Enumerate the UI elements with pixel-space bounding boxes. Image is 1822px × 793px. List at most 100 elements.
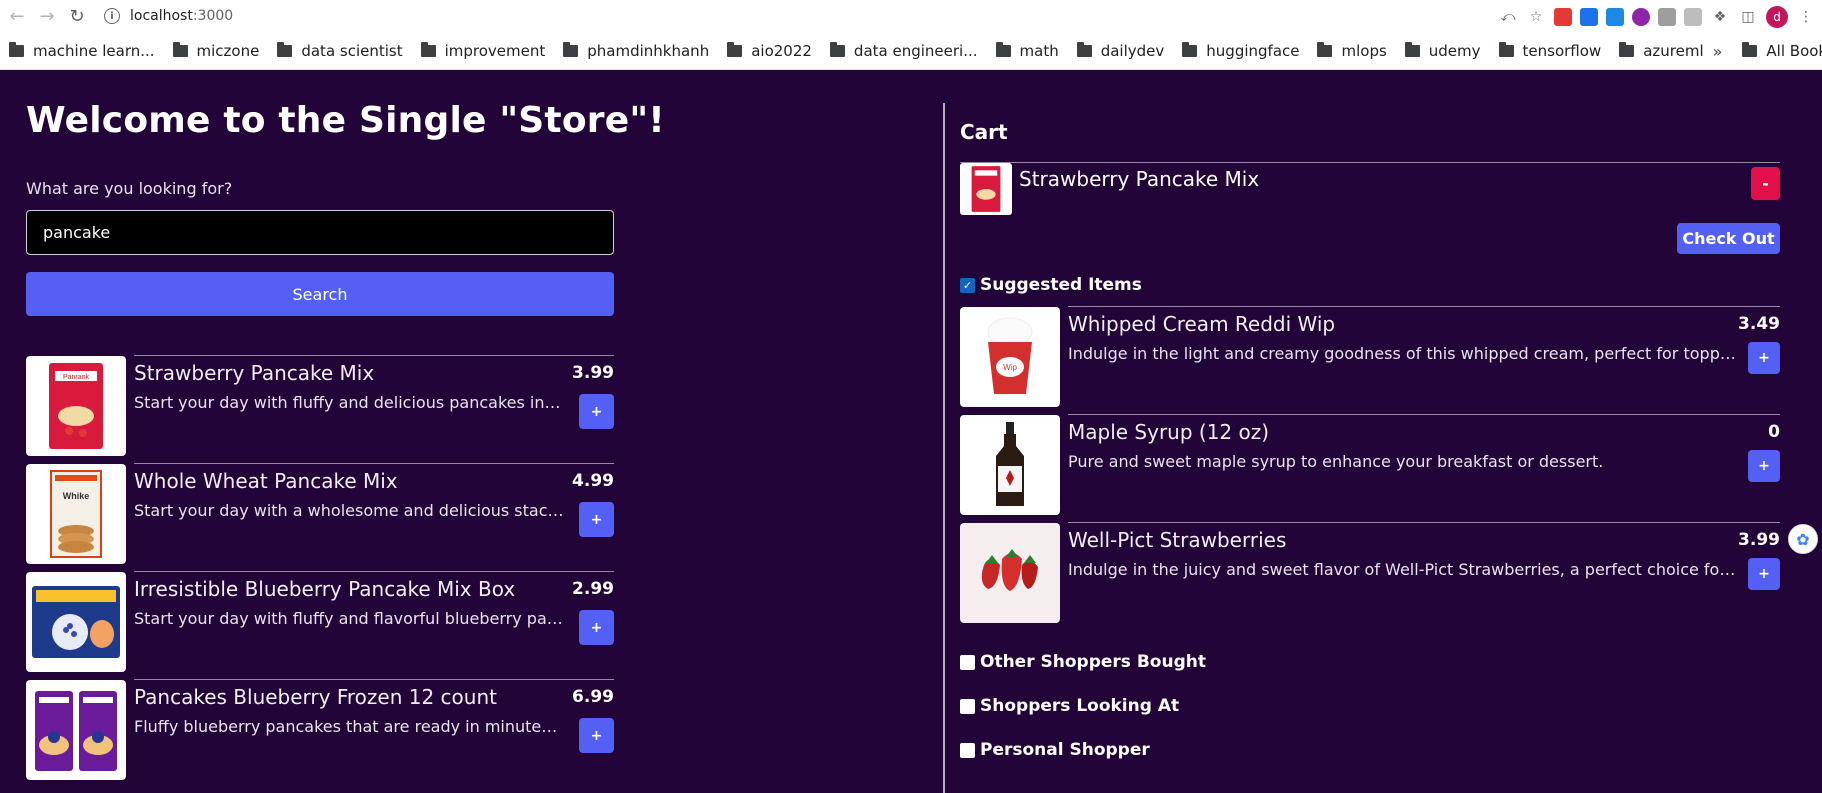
- bookmark-folder[interactable]: miczone: [172, 42, 260, 60]
- assistant-icon[interactable]: ✿: [1788, 524, 1818, 554]
- bookmark-label: dailydev: [1100, 42, 1165, 60]
- checkbox-unchecked-icon[interactable]: [960, 698, 975, 714]
- folder-icon: [1404, 42, 1420, 57]
- product-description: Indulge in the light and creamy goodness…: [1068, 344, 1740, 363]
- checkbox-checked-icon[interactable]: ✓: [960, 277, 975, 293]
- suggested-items-label: Suggested Items: [980, 275, 1142, 295]
- extension-image-icon[interactable]: [1658, 7, 1676, 26]
- forward-icon[interactable]: →: [34, 4, 60, 30]
- menu-icon[interactable]: ⋮: [1796, 7, 1816, 27]
- bookmark-folder[interactable]: aio2022: [727, 42, 812, 60]
- folder-icon: [563, 42, 579, 57]
- list-item: Maple Syrup (12 oz) 0 Pure and sweet map…: [960, 414, 1780, 522]
- row-divider: [134, 571, 614, 572]
- add-to-cart-button[interactable]: +: [1748, 342, 1780, 374]
- add-to-cart-button[interactable]: +: [579, 718, 614, 753]
- add-to-cart-button[interactable]: +: [579, 610, 614, 645]
- address-bar[interactable]: i localhost:3000: [104, 3, 1554, 29]
- folder-icon: [172, 42, 188, 57]
- reload-icon[interactable]: ↻: [64, 4, 90, 30]
- bookmark-folder[interactable]: tensorflow: [1498, 42, 1601, 60]
- extension-drop-icon[interactable]: [1606, 7, 1624, 26]
- site-info-icon[interactable]: i: [104, 8, 120, 24]
- bookmark-folder[interactable]: data engineeri...: [829, 42, 978, 60]
- bookmarks-overflow-icon[interactable]: »: [1713, 42, 1723, 61]
- product-name: Whole Wheat Pancake Mix: [134, 469, 398, 493]
- row-divider: [134, 679, 614, 680]
- profile-avatar[interactable]: d: [1766, 5, 1788, 28]
- add-to-cart-button[interactable]: +: [1748, 558, 1780, 590]
- add-to-cart-button[interactable]: +: [579, 394, 614, 429]
- product-image: [26, 680, 126, 780]
- search-prompt: What are you looking for?: [26, 179, 233, 198]
- search-input[interactable]: [26, 210, 614, 255]
- store-page: Welcome to the Single "Store"! What are …: [0, 71, 1822, 793]
- product-description: Pure and sweet maple syrup to enhance yo…: [1068, 452, 1604, 471]
- svg-text:Whike: Whike: [63, 491, 90, 501]
- extension-translate-icon[interactable]: [1580, 7, 1598, 26]
- suggested-items-list: Wip Whipped Cream Reddi Wip 3.49 Indulge…: [960, 306, 1780, 630]
- bookmark-folder[interactable]: dailydev: [1076, 42, 1165, 60]
- cart-divider: [960, 162, 1780, 163]
- product-description: Fluffy blueberry pancakes that are ready…: [134, 717, 564, 736]
- list-item: Wip Whipped Cream Reddi Wip 3.49 Indulge…: [960, 306, 1780, 414]
- product-name: Pancakes Blueberry Frozen 12 count: [134, 685, 497, 709]
- list-item: Whike Whole Wheat Pancake Mix 4.99 Start…: [26, 463, 614, 571]
- bookmark-folder[interactable]: huggingface: [1182, 42, 1299, 60]
- row-divider: [134, 355, 614, 356]
- bookmark-label: All Bookmarks: [1766, 42, 1822, 60]
- product-image: Wip: [960, 307, 1060, 407]
- add-to-cart-button[interactable]: +: [1748, 450, 1780, 482]
- extension-grid-icon[interactable]: [1684, 7, 1702, 26]
- folder-icon: [9, 42, 24, 57]
- all-bookmarks[interactable]: All Bookmarks: [1742, 42, 1822, 60]
- product-description: Start your day with fluffy and delicious…: [134, 393, 564, 412]
- product-image: [26, 572, 126, 672]
- bookmark-label: mlops: [1341, 42, 1387, 60]
- folder-icon: [829, 42, 845, 57]
- extension-owl-icon[interactable]: [1632, 7, 1650, 26]
- share-icon[interactable]: ⤺: [1498, 7, 1518, 27]
- personal-shopper-toggle[interactable]: Personal Shopper: [960, 740, 1150, 760]
- back-icon[interactable]: ←: [4, 4, 30, 30]
- add-to-cart-button[interactable]: +: [579, 502, 614, 537]
- looking-at-label: Shoppers Looking At: [980, 696, 1180, 716]
- personal-shopper-label: Personal Shopper: [980, 740, 1150, 760]
- extension-megaphone-icon[interactable]: [1554, 7, 1572, 26]
- puzzle-icon[interactable]: ❖: [1710, 7, 1730, 27]
- bookmark-label: huggingface: [1206, 42, 1300, 60]
- star-icon[interactable]: ☆: [1526, 7, 1546, 27]
- list-item: Pancakes Blueberry Frozen 12 count 6.99 …: [26, 679, 614, 787]
- folder-icon: [1317, 42, 1333, 57]
- row-divider: [1068, 522, 1780, 523]
- checkbox-unchecked-icon[interactable]: [960, 742, 975, 758]
- checkbox-unchecked-icon[interactable]: [960, 654, 975, 670]
- product-description: Indulge in the juicy and sweet flavor of…: [1068, 560, 1740, 579]
- remove-from-cart-button[interactable]: -: [1751, 167, 1780, 200]
- product-price: 2.99: [572, 579, 614, 599]
- folder-icon: [1076, 42, 1092, 57]
- checkout-button[interactable]: Check Out: [1677, 223, 1780, 254]
- sidebar-icon[interactable]: ◫: [1738, 7, 1758, 27]
- row-divider: [1068, 306, 1780, 307]
- looking-at-toggle[interactable]: Shoppers Looking At: [960, 696, 1179, 716]
- folder-icon: [1498, 42, 1514, 57]
- bookmark-folder[interactable]: udemy: [1404, 42, 1481, 60]
- other-shoppers-toggle[interactable]: Other Shoppers Bought: [960, 652, 1206, 672]
- bookmark-folder[interactable]: improvement: [420, 42, 545, 60]
- bookmark-folder[interactable]: math: [995, 42, 1059, 60]
- page-title: Welcome to the Single "Store"!: [26, 100, 665, 141]
- bookmark-folder[interactable]: data scientist: [277, 42, 403, 60]
- bookmark-folder[interactable]: phamdinhkhanh: [563, 42, 709, 60]
- bookmark-label: data engineeri...: [853, 42, 978, 60]
- folder-icon: [995, 42, 1011, 57]
- bookmark-folder[interactable]: machine learn...: [9, 42, 155, 60]
- suggested-items-toggle[interactable]: ✓ Suggested Items: [960, 275, 1142, 295]
- bookmark-label: miczone: [196, 42, 260, 60]
- bookmark-folder[interactable]: mlops: [1317, 42, 1387, 60]
- product-price: 3.49: [1738, 314, 1780, 334]
- url-host: localhost: [130, 8, 193, 24]
- bookmark-folder[interactable]: azureml: [1619, 42, 1704, 60]
- list-item: Panrank Strawberry Pancake Mix 3.99 Star…: [26, 355, 614, 463]
- search-button[interactable]: Search: [26, 272, 614, 316]
